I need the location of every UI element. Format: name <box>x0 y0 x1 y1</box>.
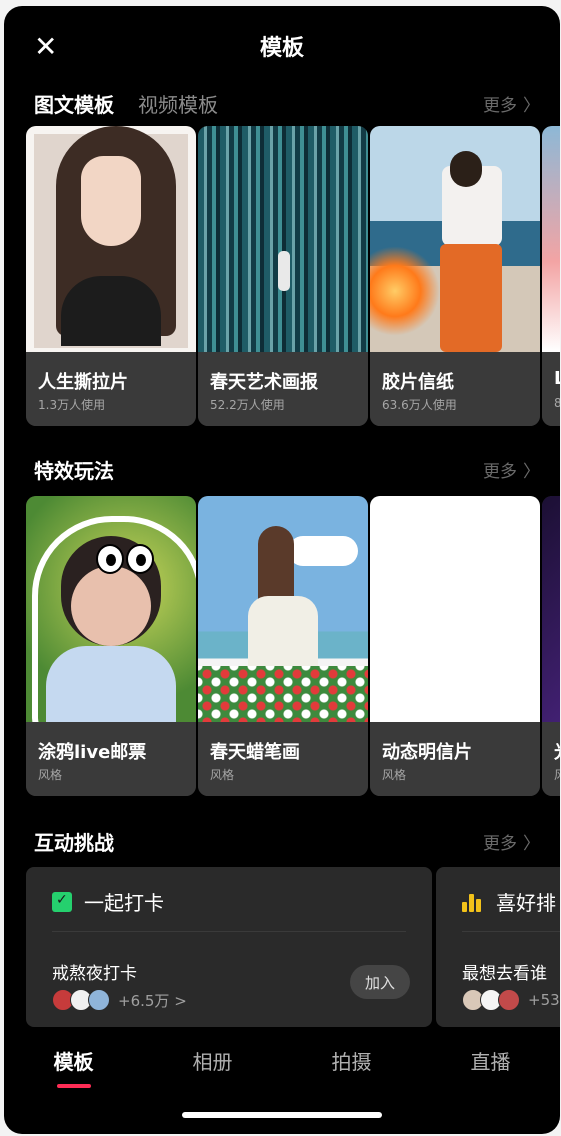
tab-video-templates[interactable]: 视频模板 <box>138 89 218 118</box>
participant-count: +539 <box>528 991 560 1009</box>
effect-style: 风格 <box>382 768 407 782</box>
challenge-title: 喜好排 <box>496 891 556 915</box>
join-button[interactable]: 加入 <box>350 965 410 999</box>
effects-section-header: 特效玩法 更多 〉 <box>34 454 540 484</box>
more-label: 更多 <box>483 833 517 854</box>
avatar <box>498 989 520 1011</box>
avatar <box>88 989 110 1011</box>
tab-live[interactable]: 直播 <box>421 1036 560 1096</box>
bar-chart-icon <box>462 892 484 912</box>
template-name: L <box>554 368 560 389</box>
participant-avatars: +539 <box>462 989 560 1011</box>
template-thumbnail <box>542 126 560 352</box>
effect-style: 风格 <box>38 768 63 782</box>
divider <box>52 931 406 932</box>
participant-avatars: +6.5万 > <box>52 989 187 1011</box>
tab-label: 模板 <box>53 1050 94 1074</box>
template-card[interactable]: 胶片信纸 63.6万人使用 <box>370 126 540 426</box>
effect-name: 春天蜡笔画 <box>210 742 300 763</box>
challenge-card[interactable]: 喜好排 最想去看谁 +539 <box>436 867 560 1027</box>
challenge-title: 一起打卡 <box>84 891 164 915</box>
template-thumbnail <box>198 126 368 352</box>
template-card[interactable]: 人生撕拉片 1.3万人使用 <box>26 126 196 426</box>
calendar-check-icon <box>52 891 72 912</box>
effect-thumbnail <box>198 496 368 722</box>
page-title: 模板 <box>259 36 304 61</box>
challenge-task: 最想去看谁 <box>462 964 547 984</box>
effect-card[interactable]: 春天蜡笔画 风格 <box>198 496 368 796</box>
chevron-right-icon: 〉 <box>523 461 540 482</box>
template-usage: 8 <box>554 396 560 410</box>
home-indicator[interactable] <box>182 1112 382 1118</box>
effects-title: 特效玩法 <box>34 458 114 483</box>
effect-name: 光 <box>554 738 560 764</box>
effects-more-link[interactable]: 更多 〉 <box>483 457 540 482</box>
bottom-tab-bar: 模板 相册 拍摄 直播 <box>4 1036 560 1096</box>
effect-thumbnail <box>370 496 540 722</box>
tab-capture[interactable]: 拍摄 <box>282 1036 421 1096</box>
effect-thumbnail <box>542 496 560 722</box>
template-name: 春天艺术画报 <box>210 372 318 393</box>
tab-templates[interactable]: 模板 <box>4 1036 143 1096</box>
divider <box>462 931 560 932</box>
challenges-more-link[interactable]: 更多 〉 <box>483 829 540 854</box>
challenges-title: 互动挑战 <box>34 830 114 855</box>
effect-style: 风 <box>554 766 560 783</box>
template-thumbnail <box>370 126 540 352</box>
template-name: 胶片信纸 <box>382 372 454 393</box>
tab-label: 拍摄 <box>331 1050 372 1074</box>
more-label: 更多 <box>483 461 517 482</box>
effect-thumbnail <box>26 496 196 738</box>
participant-count: +6.5万 > <box>118 991 187 1010</box>
effect-name: 涂鸦live邮票 <box>38 742 147 763</box>
template-name: 人生撕拉片 <box>38 372 128 393</box>
effect-card[interactable]: 光 风 <box>542 496 560 796</box>
graphic-more-link[interactable]: 更多 〉 <box>483 91 540 116</box>
template-thumbnail <box>26 126 196 352</box>
template-usage: 52.2万人使用 <box>210 398 285 412</box>
header: ✕ 模板 <box>4 6 560 86</box>
chevron-right-icon: 〉 <box>523 833 540 854</box>
tab-label: 相册 <box>192 1050 233 1074</box>
tab-graphic-templates[interactable]: 图文模板 <box>34 89 114 118</box>
challenges-row[interactable]: 一起打卡 戒熬夜打卡 +6.5万 > 加入 喜好排 最想去看谁 <box>26 867 560 1027</box>
effect-name: 动态明信片 <box>382 742 472 763</box>
chevron-right-icon: 〉 <box>523 95 540 116</box>
challenge-task: 戒熬夜打卡 <box>52 964 137 984</box>
effects-row[interactable]: 涂鸦live邮票 风格 春天蜡笔画 风格 动态明信片 风格 光 风 <box>26 496 560 796</box>
effect-card[interactable]: 动态明信片 风格 <box>370 496 540 796</box>
tab-album[interactable]: 相册 <box>143 1036 282 1096</box>
effect-style: 风格 <box>210 768 235 782</box>
template-card[interactable]: 春天艺术画报 52.2万人使用 <box>198 126 368 426</box>
graphic-template-row[interactable]: 人生撕拉片 1.3万人使用 春天艺术画报 52.2万人使用 胶片信纸 63.6万… <box>26 126 560 426</box>
template-card[interactable]: L 8 <box>542 126 560 426</box>
template-usage: 63.6万人使用 <box>382 398 457 412</box>
effect-card[interactable]: 涂鸦live邮票 风格 <box>26 496 196 796</box>
tab-label: 直播 <box>470 1050 511 1074</box>
challenges-section-header: 互动挑战 更多 〉 <box>34 826 540 856</box>
template-screen: ✕ 模板 图文模板 视频模板 更多 〉 人生撕拉片 1.3万人使用 春天艺术画报… <box>4 6 560 1134</box>
template-usage: 1.3万人使用 <box>38 398 106 412</box>
more-label: 更多 <box>483 95 517 116</box>
active-tab-indicator <box>56 1084 91 1088</box>
challenge-card[interactable]: 一起打卡 戒熬夜打卡 +6.5万 > 加入 <box>26 867 432 1027</box>
graphic-section-header: 图文模板 视频模板 更多 〉 <box>34 88 540 118</box>
